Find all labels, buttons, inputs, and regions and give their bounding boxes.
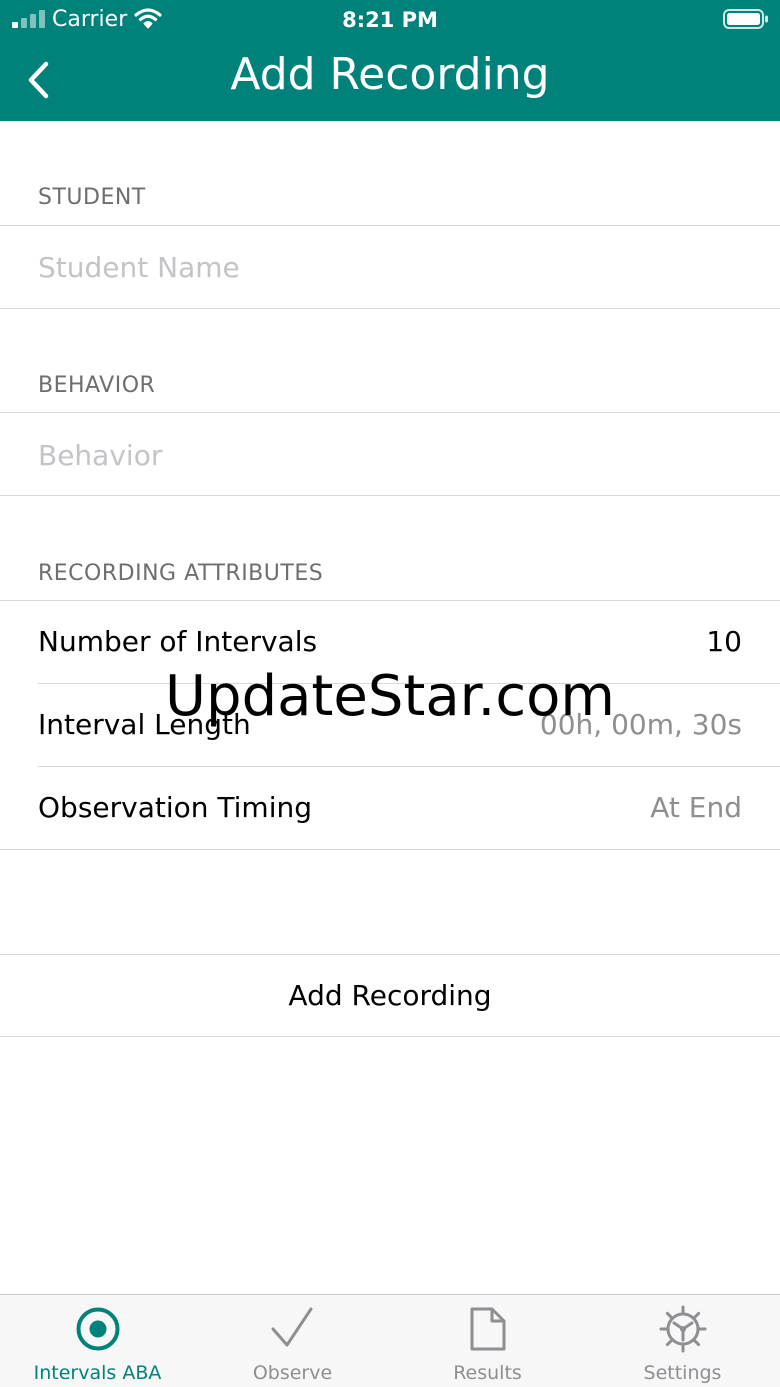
tab-bar: Intervals ABA Observe Results Settings — [0, 1294, 780, 1387]
page-title: Add Recording — [230, 49, 550, 100]
tab-observe[interactable]: Observe — [195, 1295, 390, 1387]
tab-intervals-aba[interactable]: Intervals ABA — [0, 1295, 195, 1387]
tab-label: Observe — [252, 1362, 333, 1384]
student-name-input[interactable] — [38, 237, 738, 297]
divider — [0, 412, 780, 413]
add-recording-button[interactable]: Add Recording — [0, 955, 780, 1036]
document-icon — [470, 1307, 506, 1351]
behavior-input[interactable] — [38, 425, 738, 485]
tab-results[interactable]: Results — [390, 1295, 585, 1387]
number-of-intervals-label: Number of Intervals — [38, 625, 318, 658]
tab-settings[interactable]: Settings — [585, 1295, 780, 1387]
divider — [0, 849, 780, 850]
tab-label: Intervals ABA — [33, 1362, 162, 1384]
observation-timing-label: Observation Timing — [38, 791, 312, 824]
record-icon — [76, 1307, 120, 1351]
checkmark-icon — [271, 1307, 313, 1347]
number-of-intervals-value: 10 — [706, 625, 742, 658]
recording-attributes-section-header: RECORDING ATTRIBUTES — [38, 561, 324, 586]
status-time: 8:21 PM — [342, 8, 438, 32]
header: Carrier 8:21 PM Add Recording — [0, 0, 780, 121]
tab-label: Settings — [643, 1362, 722, 1384]
gear-icon — [659, 1305, 707, 1353]
divider — [0, 225, 780, 226]
interval-length-value: 00h, 00m, 30s — [539, 708, 742, 741]
student-section-header: STUDENT — [38, 185, 146, 210]
tab-label: Results — [453, 1362, 522, 1384]
interval-length-row[interactable]: Interval Length 00h, 00m, 30s — [0, 684, 780, 766]
navigation-bar: Add Recording — [0, 40, 780, 121]
divider — [0, 1036, 780, 1037]
interval-length-label: Interval Length — [38, 708, 251, 741]
divider — [0, 308, 780, 309]
observation-timing-value: At End — [650, 791, 742, 824]
observation-timing-row[interactable]: Observation Timing At End — [0, 767, 780, 849]
divider — [0, 495, 780, 496]
battery-icon — [723, 9, 768, 29]
behavior-section-header: BEHAVIOR — [38, 373, 156, 398]
add-recording-screen: Carrier 8:21 PM Add Recording STUDENT St… — [0, 0, 780, 1387]
status-bar: Carrier 8:21 PM — [0, 0, 780, 40]
number-of-intervals-row[interactable]: Number of Intervals 10 — [0, 601, 780, 683]
